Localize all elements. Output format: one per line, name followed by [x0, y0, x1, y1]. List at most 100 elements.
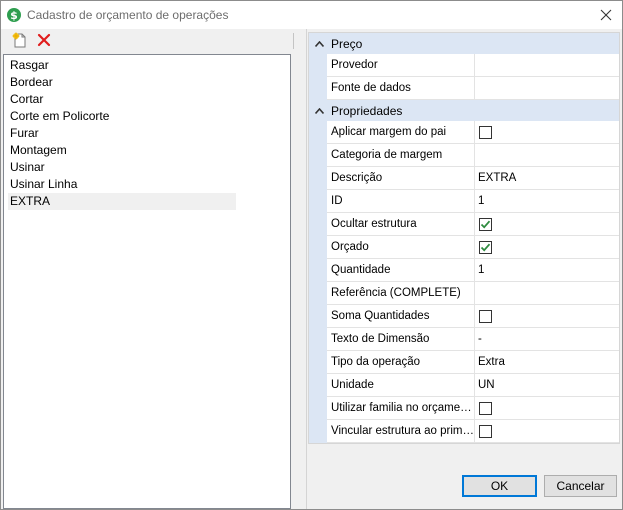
- property-grid: Preço Provedor Fonte de dados Propriedad…: [308, 32, 620, 444]
- property-name[interactable]: Utilizar familia no orçamento: [327, 397, 475, 420]
- property-row-utilizar-familia: Utilizar familia no orçamento: [309, 397, 619, 420]
- row-gutter: [309, 54, 327, 77]
- property-name[interactable]: Aplicar margem do pai: [327, 121, 475, 144]
- row-gutter: [309, 167, 327, 190]
- property-row-provedor: Provedor: [309, 54, 619, 77]
- property-name[interactable]: Soma Quantidades: [327, 305, 475, 328]
- property-name[interactable]: Quantidade: [327, 259, 475, 282]
- property-value[interactable]: Extra: [475, 351, 619, 374]
- property-value[interactable]: EXTRA: [475, 167, 619, 190]
- property-name[interactable]: Unidade: [327, 374, 475, 397]
- row-gutter: [309, 121, 327, 144]
- list-item-rasgar[interactable]: Rasgar: [8, 57, 236, 74]
- row-gutter: [309, 259, 327, 282]
- delete-x-icon: [37, 33, 51, 47]
- property-name[interactable]: Fonte de dados: [327, 77, 475, 100]
- property-name[interactable]: Provedor: [327, 54, 475, 77]
- checkbox-checked[interactable]: [479, 218, 492, 231]
- property-value[interactable]: [475, 144, 619, 167]
- property-value[interactable]: [475, 121, 619, 144]
- list-item-corte-em-policorte[interactable]: Corte em Policorte: [8, 108, 236, 125]
- property-name[interactable]: Referência (COMPLETE): [327, 282, 475, 305]
- property-row-ocultar-estrutura: Ocultar estrutura: [309, 213, 619, 236]
- property-value[interactable]: [475, 305, 619, 328]
- property-value[interactable]: 1: [475, 259, 619, 282]
- list-item-montagem[interactable]: Montagem: [8, 142, 236, 159]
- property-name[interactable]: Texto de Dimensão: [327, 328, 475, 351]
- row-gutter: [309, 77, 327, 100]
- property-name[interactable]: Vincular estrutura ao primário: [327, 420, 475, 443]
- list-item-bordear[interactable]: Bordear: [8, 74, 236, 91]
- property-value[interactable]: [475, 213, 619, 236]
- property-name[interactable]: Tipo da operação: [327, 351, 475, 374]
- operations-list[interactable]: Rasgar Bordear Cortar Corte em Policorte…: [3, 54, 291, 509]
- list-item-extra[interactable]: EXTRA: [8, 193, 236, 210]
- delete-button[interactable]: [35, 31, 53, 49]
- dialog-window: $ Cadastro de orçamento de operações Ras…: [0, 0, 623, 510]
- checkmark-icon: [480, 220, 491, 229]
- row-gutter: [309, 374, 327, 397]
- row-gutter: [309, 236, 327, 259]
- collapse-icon[interactable]: [309, 33, 329, 54]
- category-propriedades: Propriedades: [309, 100, 619, 121]
- list-item-usinar[interactable]: Usinar: [8, 159, 236, 176]
- list-item-furar[interactable]: Furar: [8, 125, 236, 142]
- list-item-cortar[interactable]: Cortar: [8, 91, 236, 108]
- property-value[interactable]: [475, 236, 619, 259]
- checkbox-unchecked[interactable]: [479, 126, 492, 139]
- close-button[interactable]: [595, 5, 617, 25]
- panel-splitter[interactable]: [306, 29, 307, 509]
- property-row-texto-de-dimensao: Texto de Dimensão -: [309, 328, 619, 351]
- property-row-orcado: Orçado: [309, 236, 619, 259]
- cancel-button[interactable]: Cancelar: [544, 475, 617, 497]
- category-label: Propriedades: [331, 103, 403, 118]
- property-value[interactable]: [475, 282, 619, 305]
- row-gutter: [309, 328, 327, 351]
- property-row-aplicar-margem-do-pai: Aplicar margem do pai: [309, 121, 619, 144]
- property-row-id: ID 1: [309, 190, 619, 213]
- property-row-soma-quantidades: Soma Quantidades: [309, 305, 619, 328]
- ok-button[interactable]: OK: [462, 475, 537, 497]
- dollar-sign-icon: $: [6, 7, 22, 23]
- row-gutter: [309, 213, 327, 236]
- property-row-vincular-estrutura: Vincular estrutura ao primário: [309, 420, 619, 443]
- row-gutter: [309, 305, 327, 328]
- row-gutter: [309, 420, 327, 443]
- property-value[interactable]: 1: [475, 190, 619, 213]
- property-name[interactable]: Descrição: [327, 167, 475, 190]
- list-item-usinar-linha[interactable]: Usinar Linha: [8, 176, 236, 193]
- new-button[interactable]: [11, 31, 29, 49]
- checkbox-unchecked[interactable]: [479, 402, 492, 415]
- property-name[interactable]: ID: [327, 190, 475, 213]
- category-preco: Preço: [309, 33, 619, 54]
- property-value[interactable]: [475, 420, 619, 443]
- property-row-categoria-de-margem: Categoria de margem: [309, 144, 619, 167]
- property-row-unidade: Unidade UN: [309, 374, 619, 397]
- window-title: Cadastro de orçamento de operações: [27, 8, 229, 22]
- property-name[interactable]: Orçado: [327, 236, 475, 259]
- checkmark-icon: [480, 243, 491, 252]
- toolbar-separator: [293, 33, 294, 49]
- category-label: Preço: [331, 36, 363, 51]
- close-icon: [600, 9, 612, 21]
- row-gutter: [309, 397, 327, 420]
- property-value[interactable]: [475, 397, 619, 420]
- property-value[interactable]: [475, 54, 619, 77]
- toolbar: [1, 29, 306, 53]
- property-value[interactable]: UN: [475, 374, 619, 397]
- property-row-tipo-da-operacao: Tipo da operação Extra: [309, 351, 619, 374]
- property-name[interactable]: Ocultar estrutura: [327, 213, 475, 236]
- checkbox-checked[interactable]: [479, 241, 492, 254]
- property-value[interactable]: -: [475, 328, 619, 351]
- property-name[interactable]: Categoria de margem: [327, 144, 475, 167]
- property-row-referencia: Referência (COMPLETE): [309, 282, 619, 305]
- property-row-fonte-de-dados: Fonte de dados: [309, 77, 619, 100]
- property-row-quantidade: Quantidade 1: [309, 259, 619, 282]
- row-gutter: [309, 351, 327, 374]
- checkbox-unchecked[interactable]: [479, 425, 492, 438]
- property-value[interactable]: [475, 77, 619, 100]
- collapse-icon[interactable]: [309, 100, 329, 121]
- row-gutter: [309, 190, 327, 213]
- row-gutter: [309, 144, 327, 167]
- checkbox-unchecked[interactable]: [479, 310, 492, 323]
